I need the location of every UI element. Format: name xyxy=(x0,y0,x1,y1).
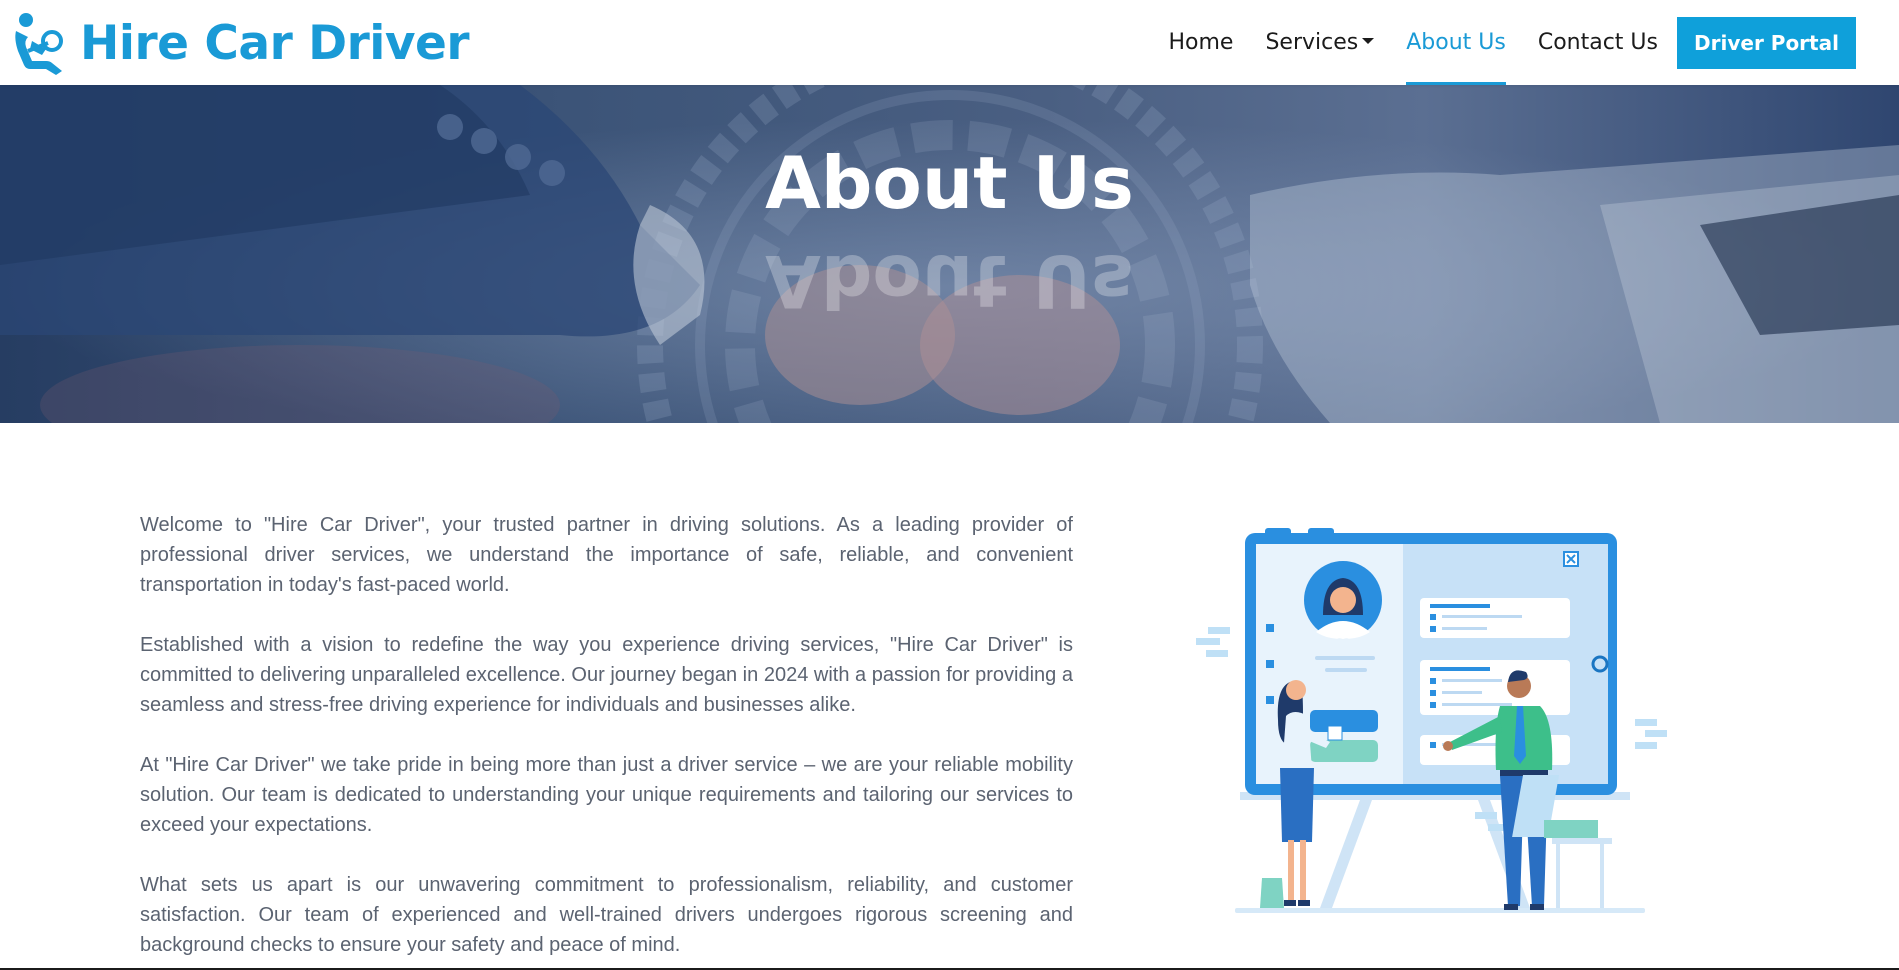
nav-item-services[interactable]: Services xyxy=(1265,0,1375,85)
brand-name: Hire Car Driver xyxy=(80,15,470,71)
brand-logo[interactable]: Hire Car Driver xyxy=(12,10,470,76)
page-title-reflection: About Us xyxy=(765,239,1134,323)
nav-item-label: Contact Us xyxy=(1537,30,1658,55)
about-paragraph: Established with a vision to redefine th… xyxy=(140,634,1073,716)
nav-item-contact-us[interactable]: Contact Us xyxy=(1538,0,1658,85)
about-paragraph: Welcome to "Hire Car Driver", your trust… xyxy=(140,514,1073,596)
about-content: Welcome to "Hire Car Driver", your trust… xyxy=(140,510,1073,970)
driver-portal-button[interactable]: Driver Portal xyxy=(1677,16,1856,69)
navbar: Hire Car Driver Home Services About Us C… xyxy=(0,0,1899,85)
car-seat-driver-icon xyxy=(15,13,63,75)
team-presentation-illustration xyxy=(1196,528,1667,913)
hero-banner: About Us About Us xyxy=(0,85,1899,423)
page-title: About Us xyxy=(765,141,1134,225)
about-paragraph: At "Hire Car Driver" we take pride in be… xyxy=(140,754,1073,836)
caret-down-icon xyxy=(1362,37,1375,44)
nav-item-about-us[interactable]: About Us xyxy=(1406,0,1506,85)
nav-item-home[interactable]: Home xyxy=(1168,0,1233,85)
about-paragraph: What sets us apart is our unwavering com… xyxy=(140,874,1073,956)
main-nav: Home Services About Us Contact Us Driver… xyxy=(1168,0,1899,85)
nav-item-label: Home xyxy=(1168,30,1234,55)
nav-item-label: About Us xyxy=(1406,30,1506,55)
nav-item-label: Services xyxy=(1265,30,1359,55)
